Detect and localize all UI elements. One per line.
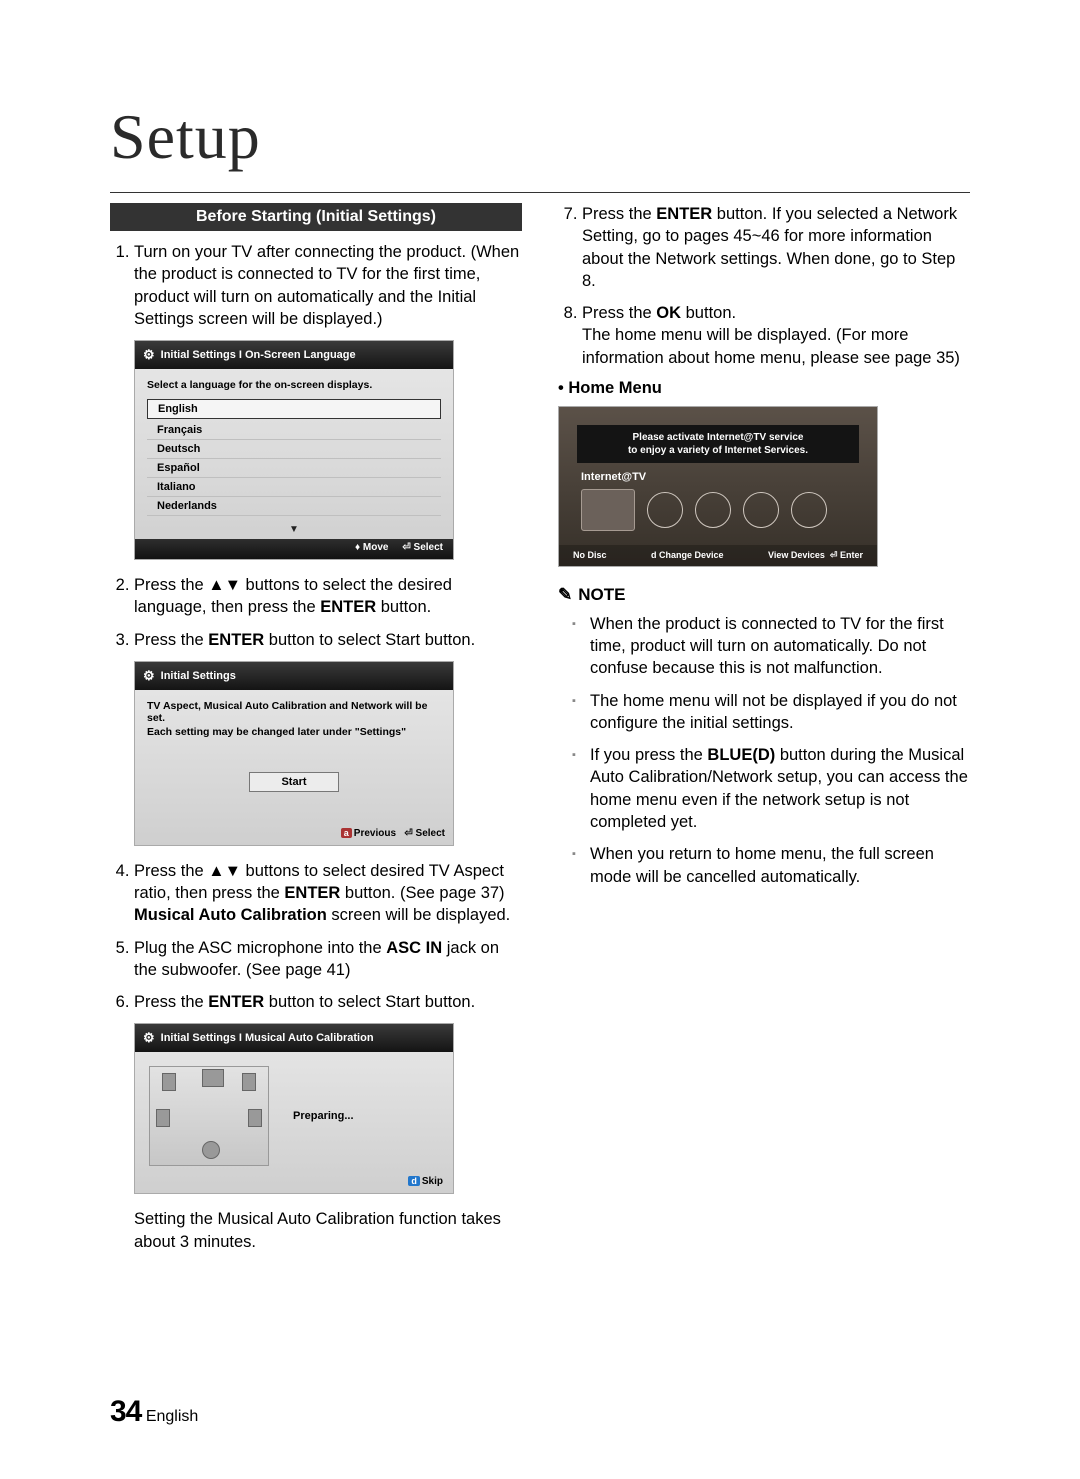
page-title: Setup <box>110 100 970 174</box>
screenshot2-footer: aPrevious ⏎ Select <box>135 822 453 845</box>
step-6: Press the ENTER button to select Start b… <box>134 991 522 1013</box>
step-1: Turn on your TV after connecting the pro… <box>134 241 522 330</box>
pencil-icon: ✎ <box>558 585 572 605</box>
screenshot-language: ⚙ Initial Settings I On-Screen Language … <box>134 340 454 560</box>
screenshot2-titlebar: ⚙ Initial Settings <box>135 662 453 690</box>
key-d-icon: d <box>408 1176 420 1186</box>
step-5: Plug the ASC microphone into the ASC IN … <box>134 937 522 982</box>
language-prompt: Select a language for the on-screen disp… <box>147 379 441 391</box>
title-divider <box>110 192 970 193</box>
language-option-francais[interactable]: Français <box>147 421 441 440</box>
key-a-icon: a <box>341 828 352 838</box>
screenshot2-line1: TV Aspect, Musical Auto Calibration and … <box>147 700 441 724</box>
screenshot3-footer: dSkip <box>135 1170 453 1193</box>
home-footer: No Disc d Change Device View Devices ⏎ E… <box>559 545 877 566</box>
home-tile-icon[interactable] <box>581 489 635 531</box>
gear-icon: ⚙ <box>143 347 155 363</box>
preparing-text: Preparing... <box>293 1110 354 1122</box>
note-item-4: When you return to home menu, the full s… <box>572 843 970 888</box>
language-option-deutsch[interactable]: Deutsch <box>147 440 441 459</box>
home-circle-icon[interactable] <box>743 492 779 528</box>
language-option-espanol[interactable]: Español <box>147 459 441 478</box>
home-banner: Please activate Internet@TV service to e… <box>577 425 859 463</box>
gear-icon: ⚙ <box>143 1030 155 1046</box>
screenshot2-line2: Each setting may be changed later under … <box>147 726 441 738</box>
chevron-down-icon: ▼ <box>147 524 441 535</box>
note-item-3: If you press the BLUE(D) button during t… <box>572 744 970 833</box>
home-circle-icon[interactable] <box>791 492 827 528</box>
speaker-diagram <box>149 1066 269 1166</box>
step-7: Press the ENTER button. If you selected … <box>582 203 970 292</box>
change-device-hint: d Change Device <box>651 550 724 561</box>
screenshot-footer: ♦ Move ⏎ Select <box>135 539 453 559</box>
screenshot-home-menu: Please activate Internet@TV service to e… <box>558 406 878 567</box>
screenshot-initial-settings: ⚙ Initial Settings TV Aspect, Musical Au… <box>134 661 454 846</box>
note-item-2: The home menu will not be displayed if y… <box>572 690 970 735</box>
right-column: Press the ENTER button. If you selected … <box>558 203 970 1263</box>
left-column: Before Starting (Initial Settings) Turn … <box>110 203 522 1263</box>
language-option-english[interactable]: English <box>147 399 441 419</box>
note-item-1: When the product is connected to TV for … <box>572 613 970 680</box>
screenshot2-title-text: Initial Settings <box>161 670 236 682</box>
screenshot3-titlebar: ⚙ Initial Settings I Musical Auto Calibr… <box>135 1024 453 1052</box>
step-4: Press the ▲▼ buttons to select desired T… <box>134 860 522 927</box>
home-circle-icon[interactable] <box>695 492 731 528</box>
screenshot-mac: ⚙ Initial Settings I Musical Auto Calibr… <box>134 1023 454 1194</box>
step-8: Press the OK button. The home menu will … <box>582 302 970 369</box>
gear-icon: ⚙ <box>143 668 155 684</box>
view-devices-hint: View Devices ⏎ Enter <box>768 550 863 561</box>
screenshot-titlebar: ⚙ Initial Settings I On-Screen Language <box>135 341 453 369</box>
home-icon-row <box>581 489 855 531</box>
screenshot-title-text: Initial Settings I On-Screen Language <box>161 349 356 361</box>
step-2: Press the ▲▼ buttons to select the desir… <box>134 574 522 619</box>
home-menu-heading: • Home Menu <box>558 379 970 398</box>
internet-tv-label: Internet@TV <box>581 471 877 483</box>
page-number: 34 English <box>110 1395 198 1429</box>
step-3: Press the ENTER button to select Start b… <box>134 629 522 651</box>
language-option-italiano[interactable]: Italiano <box>147 478 441 497</box>
screenshot3-title-text: Initial Settings I Musical Auto Calibrat… <box>161 1032 374 1044</box>
select-hint: ⏎ Select <box>402 542 443 553</box>
after-step6-text: Setting the Musical Auto Calibration fun… <box>134 1208 522 1253</box>
home-circle-icon[interactable] <box>647 492 683 528</box>
section-header: Before Starting (Initial Settings) <box>110 203 522 231</box>
no-disc-label: No Disc <box>573 550 607 561</box>
start-button[interactable]: Start <box>249 772 339 792</box>
move-hint: ♦ Move <box>355 542 388 553</box>
language-list: English Français Deutsch Español Italian… <box>147 399 441 516</box>
language-option-nederlands[interactable]: Nederlands <box>147 497 441 516</box>
note-heading: ✎ NOTE <box>558 585 970 605</box>
